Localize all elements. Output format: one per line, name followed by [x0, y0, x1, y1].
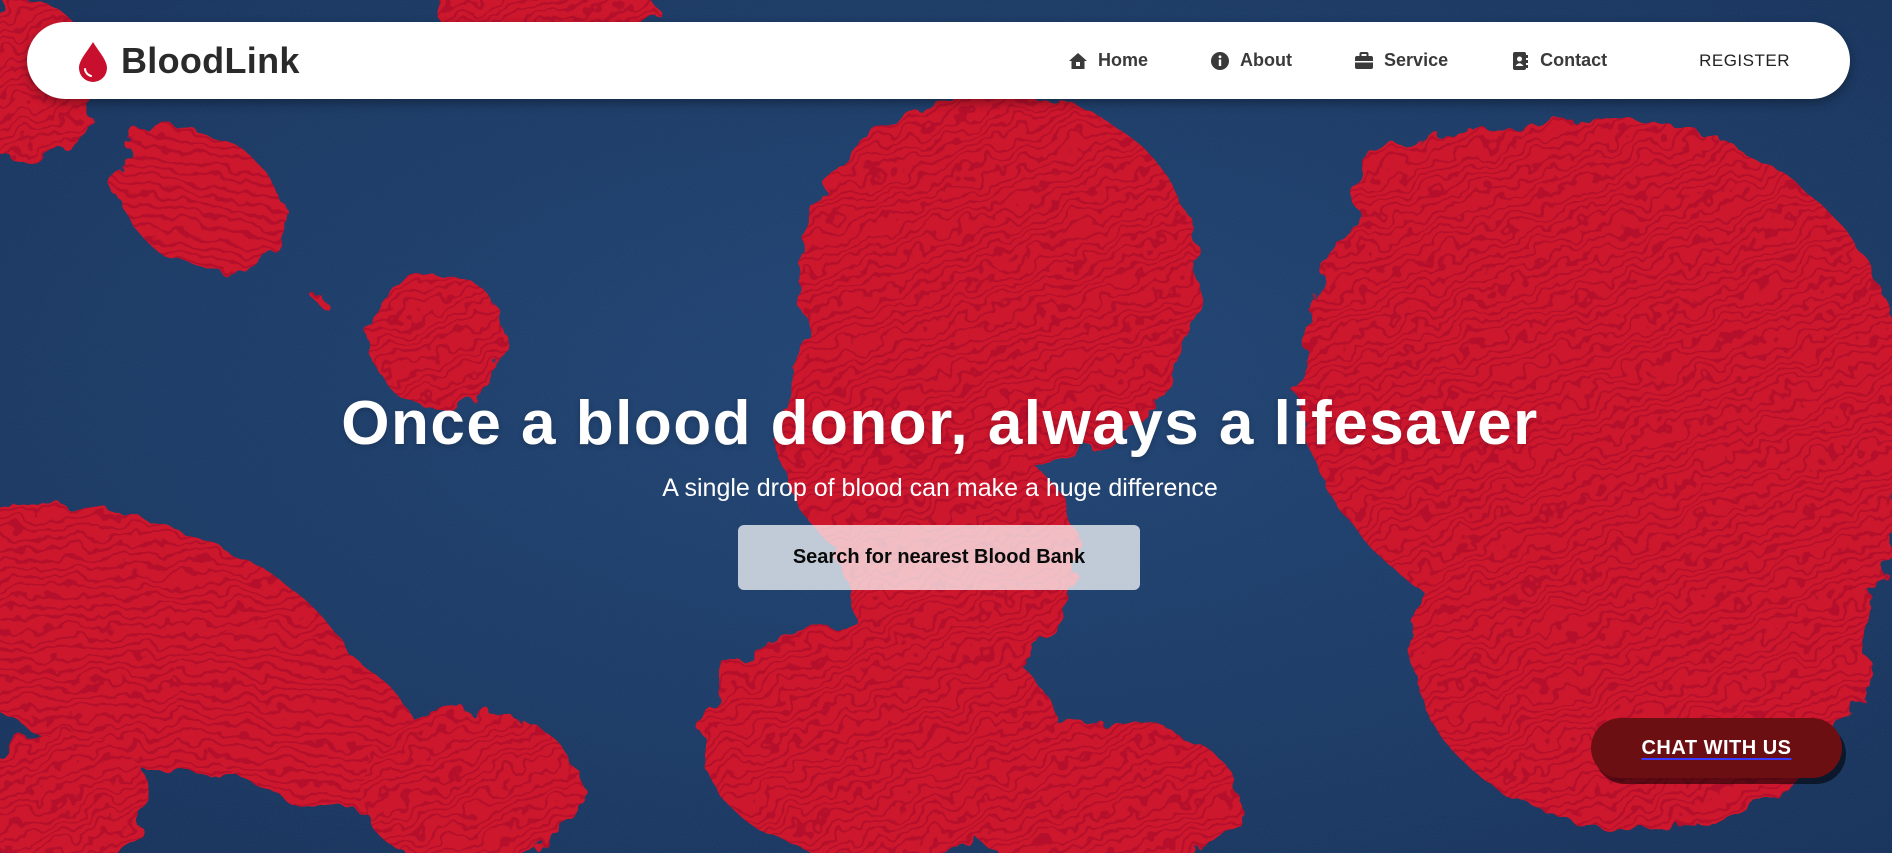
brand-name: BloodLink: [121, 39, 300, 81]
search-blood-bank-button[interactable]: Search for nearest Blood Bank: [738, 525, 1140, 590]
brand[interactable]: BloodLink: [75, 40, 300, 82]
register-button[interactable]: REGISTER: [1699, 51, 1790, 71]
home-icon: [1069, 52, 1088, 69]
nav-service-label: Service: [1384, 50, 1449, 70]
landing-page: BloodLink Home About Service Contact REG…: [0, 0, 1892, 853]
nav-contact[interactable]: Contact: [1510, 50, 1607, 71]
info-icon: [1211, 51, 1230, 70]
nav-links: Home About Service Contact REGISTER: [1068, 50, 1802, 71]
address-book-icon: [1513, 51, 1529, 70]
nav-contact-label: Contact: [1540, 50, 1608, 70]
nav-about[interactable]: About: [1210, 50, 1292, 71]
navbar: BloodLink Home About Service Contact REG…: [27, 22, 1850, 99]
nav-about-label: About: [1240, 50, 1293, 70]
blood-drop-icon: [79, 41, 107, 82]
nav-service[interactable]: Service: [1354, 50, 1448, 71]
chat-with-us-button[interactable]: CHAT WITH US: [1591, 718, 1842, 778]
nav-home-label: Home: [1098, 50, 1149, 70]
briefcase-icon: [1355, 51, 1374, 69]
nav-home[interactable]: Home: [1068, 50, 1148, 71]
